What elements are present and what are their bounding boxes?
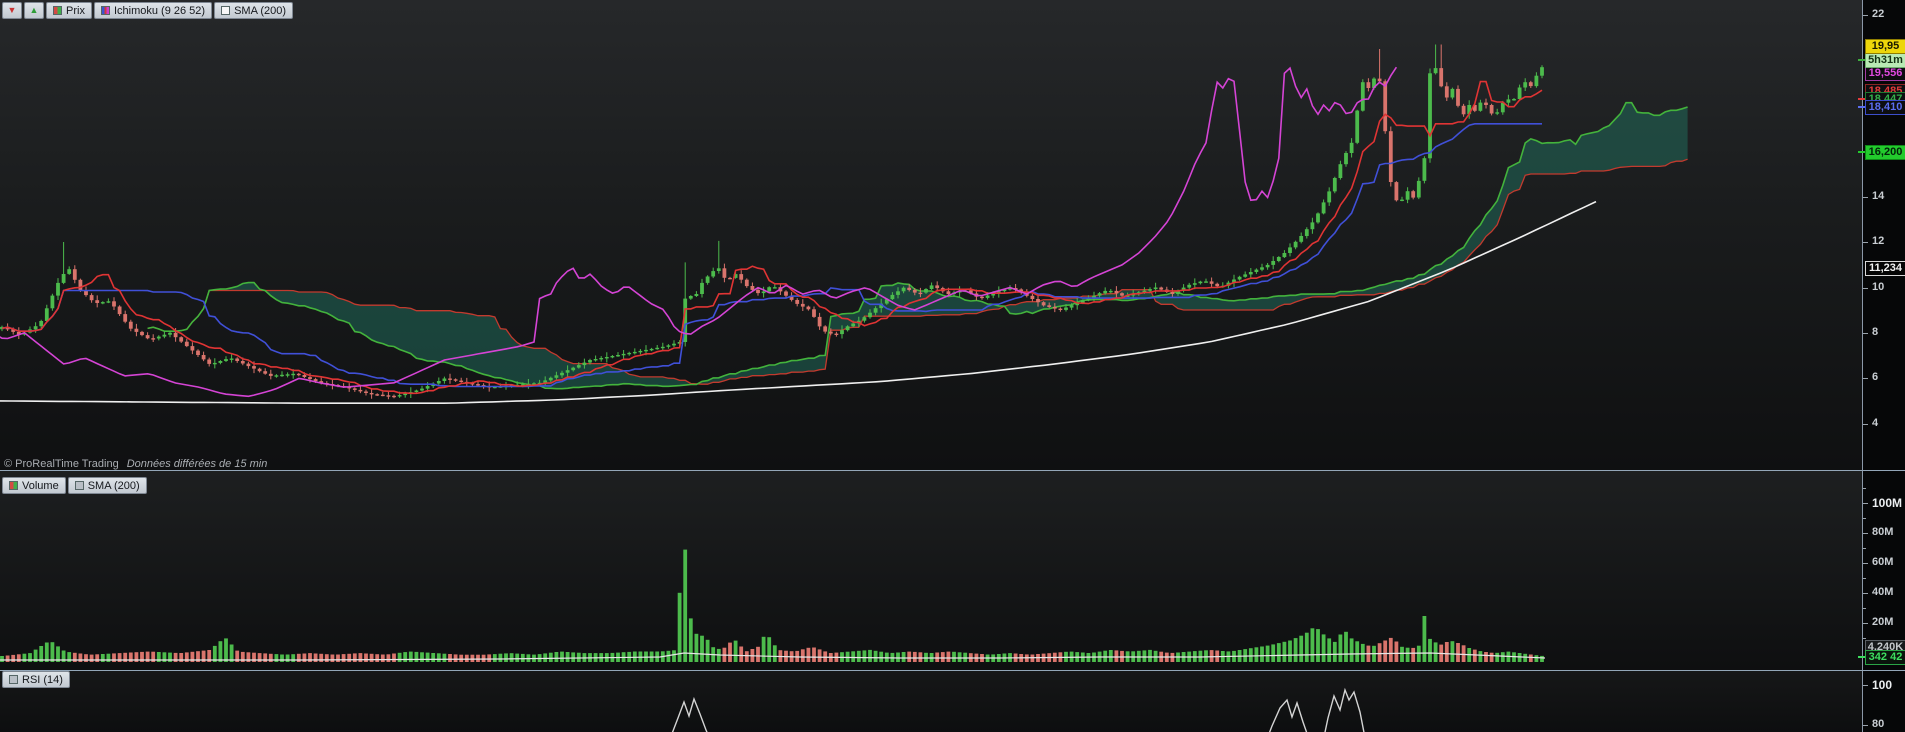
volume-indicator-button[interactable]: Volume bbox=[2, 477, 66, 494]
axis-tick-label: 100M bbox=[1872, 496, 1903, 510]
axis-tick bbox=[1863, 378, 1868, 379]
sma-indicator-button[interactable]: SMA (200) bbox=[214, 2, 294, 19]
axis-label-tick bbox=[1858, 98, 1865, 100]
axis-tick-label: 8 bbox=[1872, 326, 1879, 338]
axis-tick-label: 40M bbox=[1872, 586, 1894, 598]
axis-tick bbox=[1863, 563, 1868, 564]
volume-sma-button[interactable]: SMA (200) bbox=[67, 477, 147, 494]
price-indicator-label: Prix bbox=[66, 4, 85, 17]
axis-tick-label: 4 bbox=[1872, 417, 1879, 429]
rsi-panel-toolbar: RSI (14) bbox=[2, 671, 70, 688]
rsi-line-icon bbox=[9, 675, 18, 684]
ichimoku-indicator-label: Ichimoku (9 26 52) bbox=[113, 4, 206, 17]
sma-indicator-label: SMA (200) bbox=[234, 4, 287, 17]
axis-price-label: 19,556 bbox=[1865, 66, 1905, 81]
axis-tick-label: 100 bbox=[1872, 678, 1893, 692]
chart-canvas[interactable] bbox=[0, 0, 1905, 732]
axis-price-label: 19,95 bbox=[1865, 39, 1905, 54]
axis-tick bbox=[1863, 638, 1866, 639]
panel-separator-volume-rsi[interactable] bbox=[0, 670, 1905, 671]
volume-sma-icon bbox=[74, 481, 84, 490]
volume-indicator-label: Volume bbox=[22, 479, 59, 492]
price-panel-toolbar: ▼ ▲ Prix Ichimoku (9 26 52) SMA (200) bbox=[2, 2, 294, 19]
axis-price-label: 11,234 bbox=[1865, 261, 1905, 276]
axis-tick-label: 80M bbox=[1872, 526, 1894, 538]
axis-tick bbox=[1863, 503, 1868, 504]
export-down-button[interactable]: ▼ bbox=[2, 2, 22, 19]
volume-bars-icon bbox=[9, 481, 18, 490]
rsi-indicator-label: RSI (14) bbox=[22, 673, 63, 686]
axis-tick bbox=[1863, 593, 1868, 594]
copyright-brand: © ProRealTime Trading bbox=[4, 458, 119, 470]
arrow-down-icon: ▼ bbox=[7, 5, 17, 15]
axis-tick bbox=[1863, 533, 1868, 534]
data-delay-note: Données différées de 15 min bbox=[126, 458, 268, 470]
axis-tick bbox=[1863, 197, 1868, 198]
copyright-note: © ProRealTime Trading Données différées d… bbox=[4, 458, 267, 470]
candles-icon bbox=[53, 6, 62, 15]
axis-tick bbox=[1863, 15, 1868, 16]
trading-chart-window: 22 14 12 10 8 6 4 100M 80M 60M 40M 20M 100 80 19,95 5h3… bbox=[0, 0, 1905, 732]
axis-tick bbox=[1863, 333, 1868, 334]
axis-tick bbox=[1863, 623, 1868, 624]
axis-tick-label: 10 bbox=[1872, 281, 1885, 293]
import-up-button[interactable]: ▲ bbox=[24, 2, 44, 19]
volume-panel-toolbar: Volume SMA (200) bbox=[2, 477, 147, 494]
ichimoku-indicator-button[interactable]: Ichimoku (9 26 52) bbox=[93, 2, 213, 19]
axis-tick-label: 12 bbox=[1872, 235, 1885, 247]
axis-label-tick bbox=[1858, 106, 1865, 108]
axis-price-label: 18,410 bbox=[1865, 100, 1905, 115]
axis-tick bbox=[1863, 725, 1868, 726]
axis-tick bbox=[1863, 242, 1868, 243]
axis-tick bbox=[1863, 608, 1866, 609]
rsi-indicator-button[interactable]: RSI (14) bbox=[2, 671, 70, 688]
axis-price-label: 5h31m bbox=[1865, 53, 1905, 68]
axis-tick-label: 60M bbox=[1872, 556, 1894, 568]
axis-tick bbox=[1863, 424, 1868, 425]
axis-tick-label: 80 bbox=[1872, 718, 1885, 730]
axis-tick bbox=[1863, 685, 1868, 686]
panel-separator-price-volume[interactable] bbox=[0, 470, 1905, 471]
axis-price-label: 342 42 bbox=[1865, 650, 1905, 665]
axis-label-tick bbox=[1858, 59, 1865, 61]
axis-label-tick bbox=[1858, 656, 1865, 658]
axis-tick-label: 14 bbox=[1872, 190, 1885, 202]
arrow-up-icon: ▲ bbox=[29, 5, 39, 15]
volume-sma-label: SMA (200) bbox=[87, 479, 140, 492]
axis-price-label: 16,200 bbox=[1865, 145, 1905, 160]
price-indicator-button[interactable]: Prix bbox=[46, 2, 92, 19]
ichimoku-icon bbox=[100, 6, 110, 15]
axis-tick bbox=[1863, 288, 1868, 289]
axis-tick-label: 6 bbox=[1872, 371, 1879, 383]
axis-tick bbox=[1863, 548, 1866, 549]
axis-tick-label: 20M bbox=[1872, 616, 1894, 628]
axis-label-tick bbox=[1858, 151, 1865, 153]
axis-tick bbox=[1863, 578, 1866, 579]
axis-tick-label: 22 bbox=[1872, 8, 1885, 20]
axis-tick bbox=[1863, 518, 1866, 519]
axis-tick bbox=[1863, 488, 1866, 489]
sma-line-icon bbox=[221, 6, 231, 15]
